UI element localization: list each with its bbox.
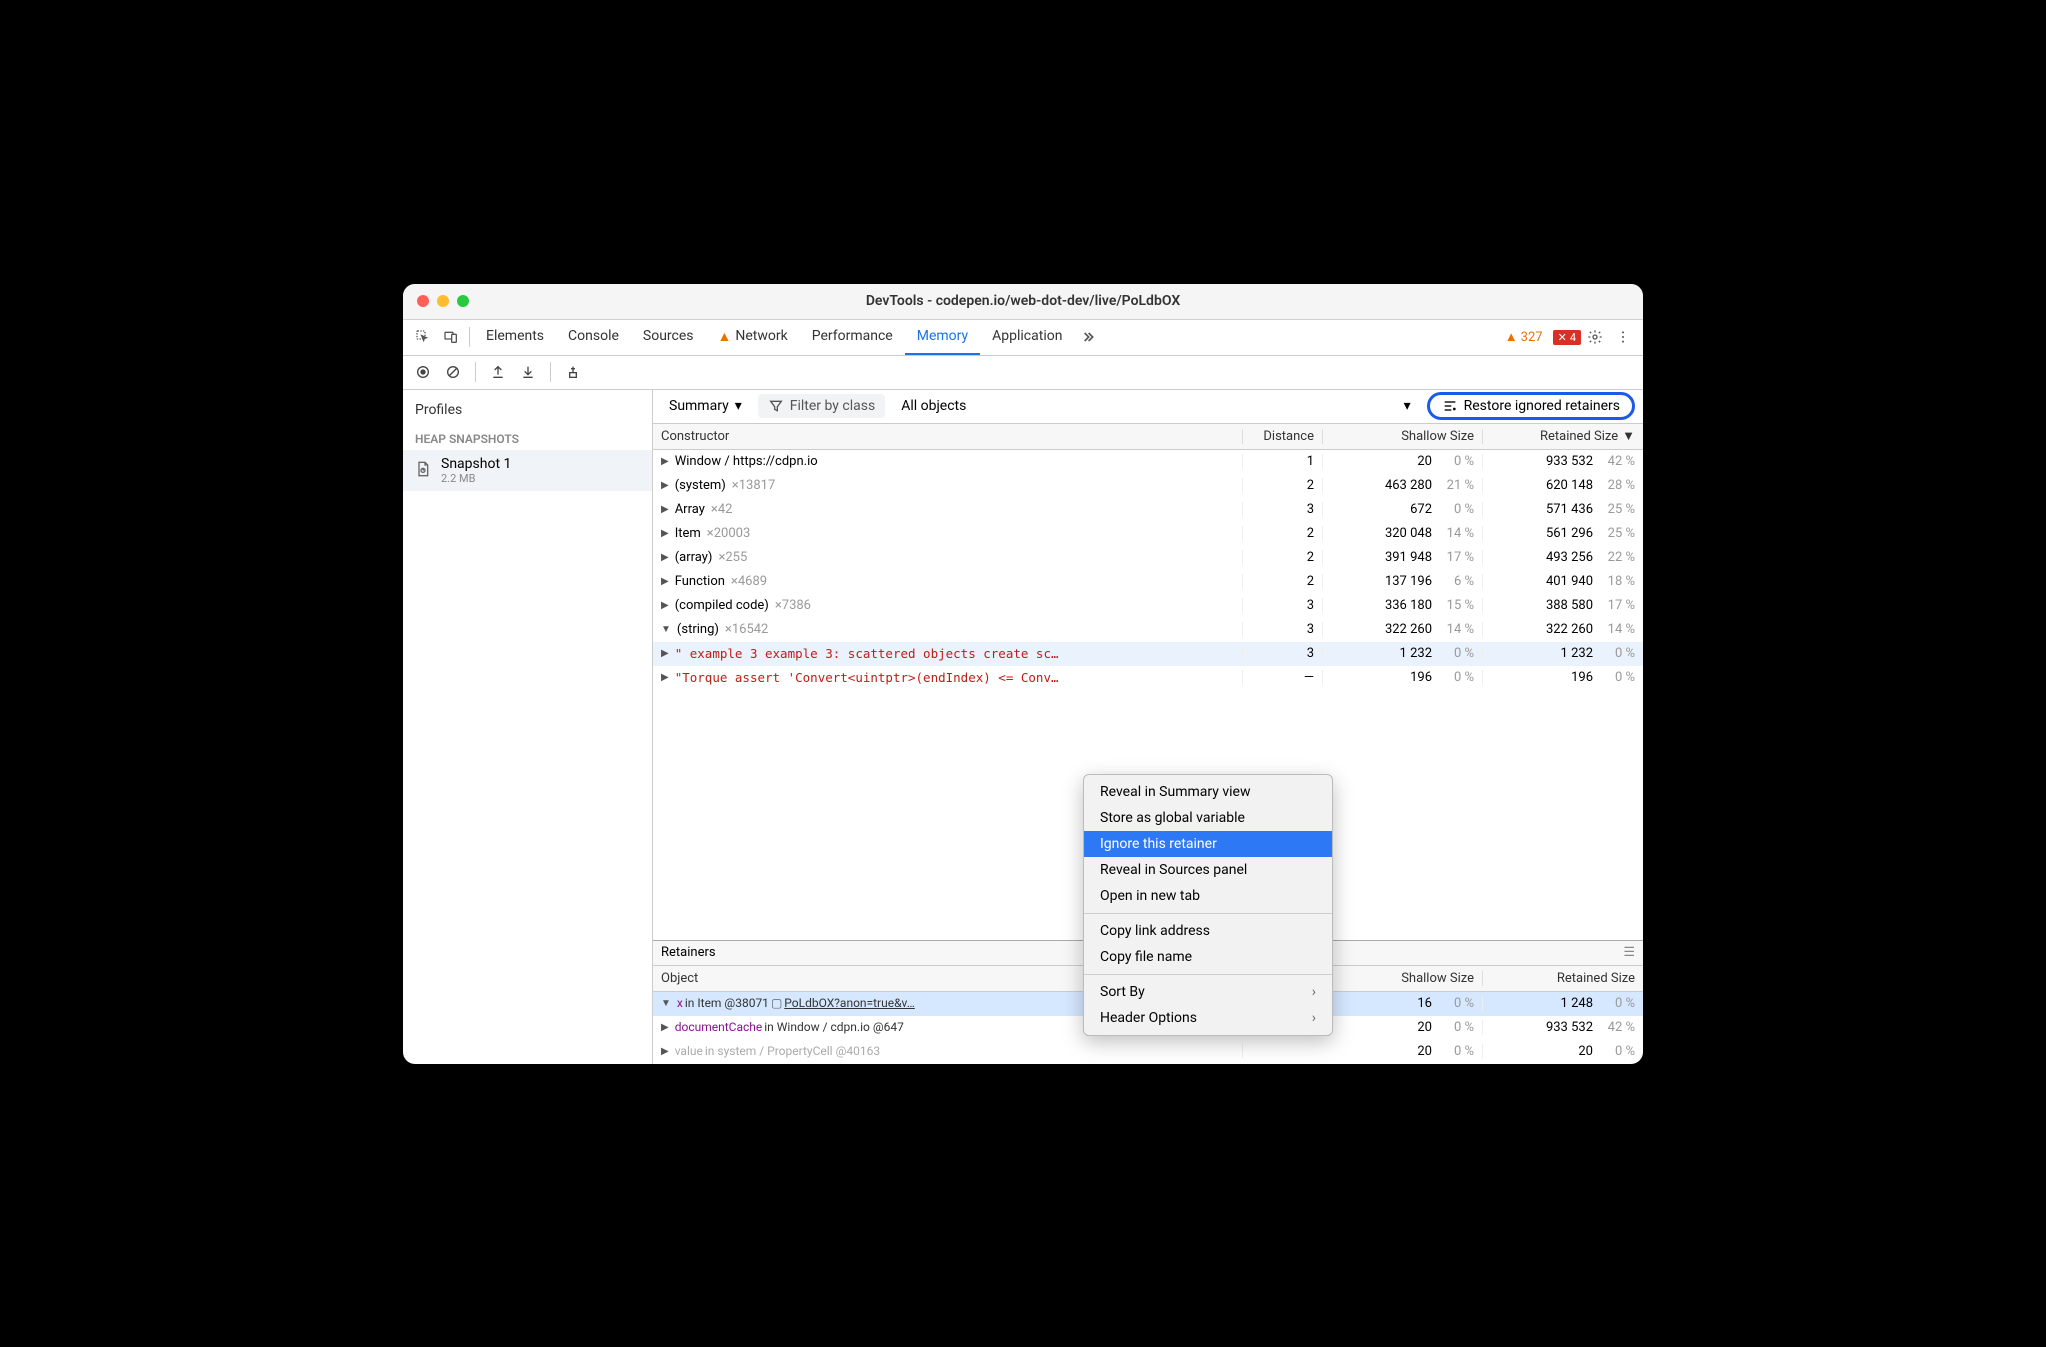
col-constructor[interactable]: Constructor — [653, 429, 1243, 444]
col-retained[interactable]: Retained Size ▼ — [1483, 428, 1643, 444]
tab-console[interactable]: Console — [556, 320, 631, 355]
menu-separator — [1084, 913, 1332, 914]
col-distance[interactable]: Distance — [1243, 429, 1323, 444]
table-row[interactable]: ▶"Torque assert 'Convert<uintptr>(endInd… — [653, 666, 1643, 690]
grid-header: Constructor Distance Shallow Size Retain… — [653, 424, 1643, 450]
toolbar — [403, 356, 1643, 390]
gc-icon[interactable] — [559, 358, 587, 386]
menu-open-tab[interactable]: Open in new tab — [1084, 883, 1332, 909]
titlebar: DevTools - codepen.io/web-dot-dev/live/P… — [403, 284, 1643, 320]
menu-copy-file[interactable]: Copy file name — [1084, 944, 1332, 970]
table-row[interactable]: ▶Function×46892137 1966 %401 94018 % — [653, 570, 1643, 594]
disclosure-icon[interactable]: ▶ — [661, 480, 669, 491]
tab-sources[interactable]: Sources — [631, 320, 706, 355]
gear-icon[interactable] — [1581, 323, 1609, 351]
snapshot-item[interactable]: Snapshot 1 2.2 MB — [403, 450, 652, 491]
tab-network[interactable]: ▲Network — [706, 320, 800, 355]
tab-application[interactable]: Application — [980, 320, 1074, 355]
sort-desc-icon: ▼ — [1622, 428, 1635, 444]
close-window[interactable] — [417, 295, 429, 307]
chevron-right-icon: › — [1312, 1010, 1316, 1026]
chevron-down-icon: ▾ — [735, 398, 742, 414]
disclosure-icon[interactable]: ▶ — [661, 504, 669, 515]
summary-dropdown[interactable]: Summary ▾ — [661, 394, 750, 418]
table-row[interactable]: ▶" example 3 example 3: scattered object… — [653, 642, 1643, 666]
table-row[interactable]: ▶(array)×2552391 94817 %493 25622 % — [653, 546, 1643, 570]
disclosure-icon[interactable]: ▼ — [661, 624, 671, 635]
error-icon: ✕ — [1558, 331, 1567, 344]
table-row[interactable]: ▶(compiled code)×73863336 18015 %388 580… — [653, 594, 1643, 618]
status-counts[interactable]: ▲327 ✕4 — [1505, 329, 1581, 345]
table-row[interactable]: ▶Item×200032320 04814 %561 29625 % — [653, 522, 1643, 546]
snapshot-icon — [415, 461, 433, 479]
disclosure-icon[interactable]: ▶ — [661, 456, 669, 467]
record-icon[interactable] — [409, 358, 437, 386]
context-menu: Reveal in Summary view Store as global v… — [1083, 774, 1333, 1036]
inspect-icon[interactable] — [409, 323, 437, 351]
disclosure-icon[interactable]: ▶ — [661, 600, 669, 611]
snapshot-name: Snapshot 1 — [441, 456, 511, 472]
devtools-window: DevTools - codepen.io/web-dot-dev/live/P… — [403, 284, 1643, 1064]
table-row[interactable]: ▼(string)×165423322 26014 %322 26014 % — [653, 618, 1643, 642]
tab-memory[interactable]: Memory — [905, 320, 980, 355]
more-tabs-icon[interactable] — [1074, 323, 1102, 351]
snapshot-size: 2.2 MB — [441, 472, 511, 485]
menu-header-options[interactable]: Header Options› — [1084, 1005, 1332, 1031]
tab-performance[interactable]: Performance — [800, 320, 905, 355]
separator — [469, 327, 470, 347]
download-icon[interactable] — [514, 358, 542, 386]
col-retained[interactable]: Retained Size — [1483, 971, 1643, 986]
sidebar: Profiles HEAP SNAPSHOTS Snapshot 1 2.2 M… — [403, 390, 653, 1064]
source-icon: ▢ — [771, 996, 782, 1010]
heap-snapshots-header: HEAP SNAPSHOTS — [403, 422, 652, 450]
warning-icon: ▲ — [1505, 329, 1518, 345]
tabbar: Elements Console Sources ▲Network Perfor… — [403, 320, 1643, 356]
disclosure-icon[interactable]: ▶ — [661, 528, 669, 539]
menu-separator — [1084, 974, 1332, 975]
col-shallow[interactable]: Shallow Size — [1323, 429, 1483, 444]
filter-chip[interactable]: Filter by class — [758, 394, 885, 418]
menu-copy-link[interactable]: Copy link address — [1084, 918, 1332, 944]
col-shallow[interactable]: Shallow Size — [1323, 971, 1483, 986]
menu-reveal-sources[interactable]: Reveal in Sources panel — [1084, 857, 1332, 883]
disclosure-icon[interactable]: ▶ — [661, 552, 669, 563]
chevron-down-icon: ▾ — [1404, 398, 1411, 414]
tab-elements[interactable]: Elements — [474, 320, 556, 355]
disclosure-icon[interactable]: ▶ — [661, 672, 669, 683]
table-row[interactable]: ▶Window / https://cdpn.io1200 %933 53242… — [653, 450, 1643, 474]
menu-sort-by[interactable]: Sort By› — [1084, 979, 1332, 1005]
menu-icon[interactable]: ☰ — [1623, 945, 1635, 960]
restore-ignored-retainers-button[interactable]: Restore ignored retainers — [1427, 392, 1635, 420]
device-toggle-icon[interactable] — [437, 323, 465, 351]
menu-store-global[interactable]: Store as global variable — [1084, 805, 1332, 831]
disclosure-icon[interactable]: ▶ — [661, 648, 669, 659]
all-objects-dropdown[interactable]: All objects▾ — [893, 394, 1418, 418]
clear-icon[interactable] — [439, 358, 467, 386]
maximize-window[interactable] — [457, 295, 469, 307]
profiles-header: Profiles — [403, 398, 652, 422]
menu-ignore-retainer[interactable]: Ignore this retainer — [1084, 831, 1332, 857]
table-row[interactable]: ▶value in system / PropertyCell @4016320… — [653, 1040, 1643, 1064]
disclosure-icon[interactable]: ▶ — [661, 1046, 669, 1057]
table-row[interactable]: ▶(system)×138172463 28021 %620 14828 % — [653, 474, 1643, 498]
traffic-lights — [417, 295, 469, 307]
disclosure-icon[interactable]: ▼ — [661, 998, 671, 1009]
subbar: Summary ▾ Filter by class All objects▾ R… — [653, 390, 1643, 424]
window-title: DevTools - codepen.io/web-dot-dev/live/P… — [403, 293, 1643, 309]
warning-icon: ▲ — [718, 328, 732, 345]
table-row[interactable]: ▶Array×4236720 %571 43625 % — [653, 498, 1643, 522]
menu-reveal-summary[interactable]: Reveal in Summary view — [1084, 779, 1332, 805]
minimize-window[interactable] — [437, 295, 449, 307]
disclosure-icon[interactable]: ▶ — [661, 1022, 669, 1033]
kebab-icon[interactable] — [1609, 323, 1637, 351]
disclosure-icon[interactable]: ▶ — [661, 576, 669, 587]
upload-icon[interactable] — [484, 358, 512, 386]
chevron-right-icon: › — [1312, 984, 1316, 1000]
